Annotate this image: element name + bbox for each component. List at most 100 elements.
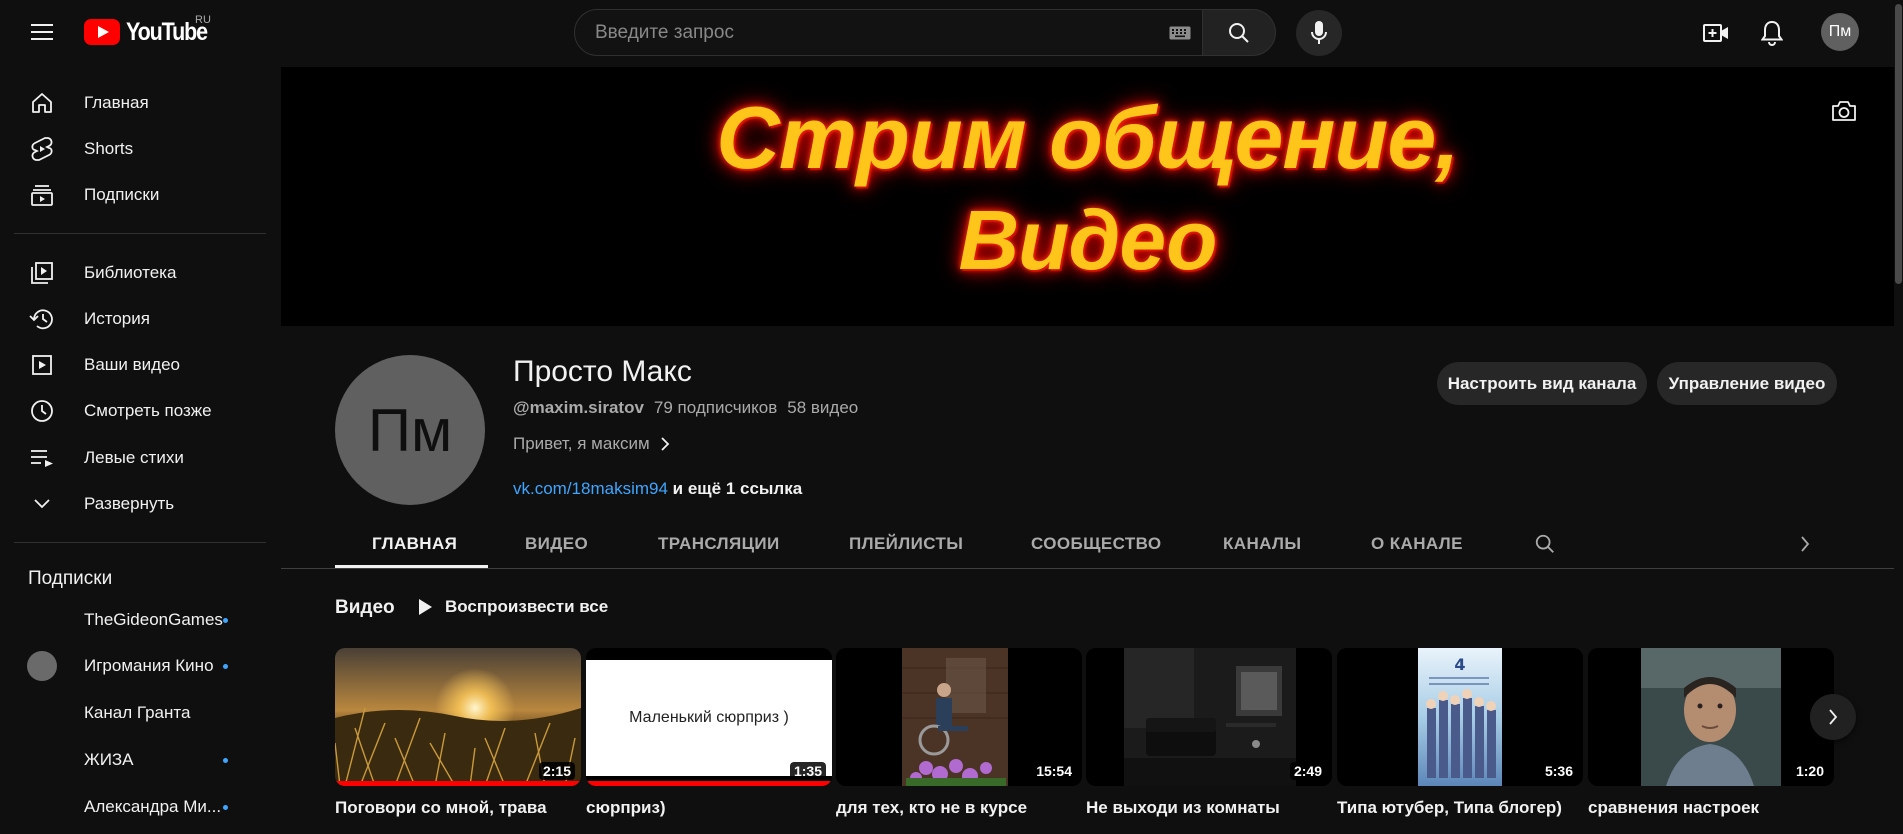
- channel-meta: @maxim.siratov 79 подписчиков 58 видео: [513, 398, 858, 418]
- tab-community[interactable]: СООБЩЕСТВО: [1031, 520, 1162, 568]
- tab-channels[interactable]: КАНАЛЫ: [1223, 520, 1301, 568]
- sidebar-item-label: Развернуть: [84, 494, 175, 513]
- video-thumbnail[interactable]: Маленький сюрприз ) 1:35: [586, 648, 832, 786]
- sidebar-item-expand[interactable]: Развернуть: [14, 481, 266, 527]
- banner-text-line1: Стрим общение,: [716, 88, 1459, 187]
- subscription-item[interactable]: ЖИЗА: [14, 737, 266, 783]
- watch-progress-bar: [586, 781, 832, 786]
- video-thumbnail[interactable]: 15:54: [836, 648, 1082, 786]
- tabs-scroll-right-icon[interactable]: [1800, 520, 1810, 568]
- subscription-label: Канал Гранта: [84, 703, 191, 722]
- sidebar-item-watch-later[interactable]: Смотреть позже: [14, 388, 266, 434]
- subscription-item[interactable]: Александра Ми...: [14, 784, 266, 830]
- history-icon: [14, 307, 70, 331]
- tab-playlists[interactable]: ПЛЕЙЛИСТЫ: [849, 520, 963, 568]
- video-thumbnail[interactable]: 2:15: [335, 648, 581, 786]
- sidebar-item-library[interactable]: Библиотека: [14, 250, 266, 296]
- video-count: 58 видео: [787, 398, 859, 417]
- search-button[interactable]: [1202, 9, 1276, 56]
- page-scrollbar-thumb[interactable]: [1895, 4, 1902, 284]
- manage-videos-button[interactable]: Управление видео: [1657, 362, 1837, 405]
- subscriptions-icon: [14, 183, 70, 207]
- channel-tabs: ГЛАВНАЯ ВИДЕО ТРАНСЛЯЦИИ ПЛЕЙЛИСТЫ СООБЩ…: [335, 520, 1893, 568]
- channel-link[interactable]: vk.com/18maksim94: [513, 479, 668, 498]
- sidebar-item-playlist[interactable]: Левые стихи: [14, 435, 266, 481]
- chevron-right-icon: [1829, 709, 1838, 725]
- channel-avatar: [27, 745, 57, 775]
- your-videos-icon: [14, 353, 70, 377]
- new-content-dot: [223, 757, 228, 763]
- shorts-icon: [14, 136, 70, 162]
- region-code: RU: [195, 14, 211, 26]
- sidebar-divider: [14, 542, 266, 543]
- sidebar-item-label: Ваши видео: [84, 355, 181, 374]
- top-bar: YouTube RU Пм: [0, 0, 1903, 68]
- subscription-item[interactable]: TheGideonGames: [14, 597, 266, 643]
- channel-avatar-large: Пм: [335, 355, 485, 505]
- channel-handle: @maxim.siratov: [513, 398, 644, 417]
- video-duration: 2:49: [1289, 762, 1326, 780]
- sidebar-item-your-videos[interactable]: Ваши видео: [14, 342, 266, 388]
- video-title[interactable]: Типа ютубер, Типа блогер): [1337, 798, 1583, 818]
- video-thumbnail[interactable]: 4 5:36: [1337, 648, 1583, 786]
- subscription-label: Александра Ми...: [84, 797, 222, 816]
- menu-icon[interactable]: [24, 14, 60, 50]
- video-title[interactable]: для тех, кто не в курсе: [836, 798, 1082, 818]
- more-links-button[interactable]: и ещё 1 ссылка: [673, 479, 803, 498]
- channel-avatar: [27, 792, 57, 822]
- video-title[interactable]: Не выходи из комнаты: [1086, 798, 1332, 818]
- carousel-next-button[interactable]: [1810, 694, 1856, 740]
- chevron-right-icon: [661, 437, 669, 451]
- create-video-icon[interactable]: [1697, 14, 1735, 52]
- video-duration: 1:35: [789, 762, 826, 780]
- customize-channel-button[interactable]: Настроить вид канала: [1437, 362, 1647, 405]
- voice-search-button[interactable]: [1296, 10, 1342, 56]
- new-content-dot: [223, 617, 228, 623]
- thumbnail-caption: Маленький сюрприз ): [629, 709, 789, 726]
- tab-videos[interactable]: ВИДЕО: [525, 520, 588, 568]
- sidebar-item-label: История: [84, 309, 150, 328]
- video-title[interactable]: сравнения настроек: [1588, 798, 1834, 818]
- section-title: Видео: [335, 597, 395, 618]
- sidebar-item-label: Смотреть позже: [84, 401, 212, 420]
- sidebar-item-label: Подписки: [84, 185, 160, 204]
- video-thumbnail[interactable]: 1:20: [1588, 648, 1834, 786]
- tab-live[interactable]: ТРАНСЛЯЦИИ: [658, 520, 780, 568]
- sidebar-item-label: Главная: [84, 93, 149, 112]
- tab-home[interactable]: ГЛАВНАЯ: [372, 520, 457, 568]
- youtube-play-icon: [84, 19, 120, 45]
- chevron-down-icon: [14, 498, 70, 510]
- channel-avatar: [27, 698, 57, 728]
- sidebar-item-history[interactable]: История: [14, 296, 266, 342]
- account-avatar[interactable]: Пм: [1821, 13, 1859, 51]
- channel-links: vk.com/18maksim94 и ещё 1 ссылка: [513, 479, 802, 499]
- channel-search-icon[interactable]: [1534, 520, 1556, 568]
- subscriptions-heading: Подписки: [28, 568, 113, 589]
- channel-avatar: [27, 605, 57, 635]
- notifications-bell-icon[interactable]: [1753, 14, 1791, 52]
- search-input[interactable]: [595, 21, 1135, 44]
- sidebar-item-subscriptions[interactable]: Подписки: [14, 172, 266, 218]
- new-content-dot: [223, 804, 228, 810]
- subscription-label: TheGideonGames: [84, 610, 223, 629]
- new-content-dot: [223, 663, 228, 669]
- play-all-button[interactable]: Воспроизвести все: [417, 597, 608, 617]
- video-title[interactable]: Поговори со мной, трава: [335, 798, 581, 818]
- channel-description[interactable]: Привет, я максим: [513, 434, 670, 454]
- video-duration: 2:15: [538, 762, 575, 780]
- channel-description-text: Привет, я максим: [513, 434, 650, 453]
- sidebar-divider: [14, 233, 266, 234]
- sidebar-item-label: Shorts: [84, 139, 134, 158]
- home-icon: [14, 91, 70, 115]
- subscription-item[interactable]: Канал Гранта: [14, 690, 266, 736]
- library-icon: [14, 261, 70, 285]
- subscription-item[interactable]: Игромания Кино: [14, 643, 266, 689]
- camera-icon[interactable]: [1831, 100, 1861, 124]
- sidebar-item-shorts[interactable]: Shorts: [14, 126, 266, 172]
- tab-about[interactable]: О КАНАЛЕ: [1371, 520, 1463, 568]
- keyboard-icon[interactable]: [1169, 26, 1191, 40]
- sidebar-item-home[interactable]: Главная: [14, 80, 266, 126]
- sidebar: Главная Shorts Подписки Библиотека Истор…: [0, 68, 272, 834]
- video-title[interactable]: сюрприз): [586, 798, 832, 818]
- video-thumbnail[interactable]: 2:49: [1086, 648, 1332, 786]
